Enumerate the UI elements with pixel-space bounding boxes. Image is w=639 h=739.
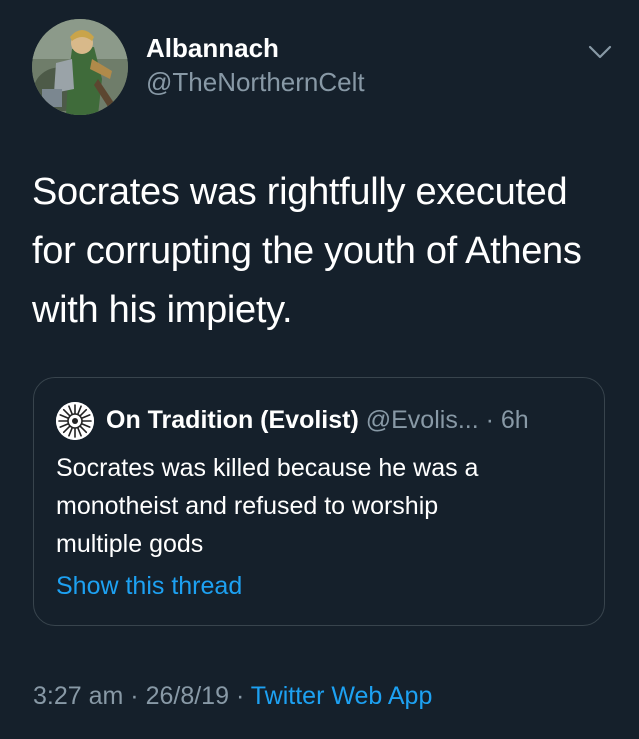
quoted-text-line: Socrates was killed because he was a — [56, 454, 479, 482]
tweet: Albannach @TheNorthernCelt Socrates was … — [0, 0, 639, 739]
quoted-tweet-time[interactable]: 6h — [501, 406, 529, 434]
author-avatar[interactable] — [32, 19, 128, 115]
tweet-time[interactable]: 3:27 am — [33, 682, 123, 710]
quoted-tweet-text: Socrates was killed because he was a mon… — [56, 449, 586, 563]
separator-dot: · — [485, 406, 494, 434]
quoted-text-line: multiple gods — [56, 530, 204, 558]
tweet-metadata: 3:27 am · 26/8/19 · Twitter Web App — [33, 680, 432, 712]
tweet-text-line: with his impiety. — [32, 289, 293, 331]
show-thread-link[interactable]: Show this thread — [56, 570, 242, 602]
author-handle[interactable]: @TheNorthernCelt — [146, 66, 365, 98]
separator-dot: · — [235, 682, 245, 710]
quoted-tweet-header: On Tradition (Evolist) @Evolis... · 6h — [106, 404, 529, 436]
tweet-text-line: Socrates was rightfully executed — [32, 171, 568, 213]
sun-emblem-icon — [56, 402, 94, 440]
warrior-portrait-icon — [32, 19, 128, 115]
quoted-author-name[interactable]: On Tradition (Evolist) — [106, 406, 359, 434]
tweet-text: Socrates was rightfully executed for cor… — [32, 163, 622, 340]
chevron-down-icon[interactable] — [586, 38, 614, 66]
quoted-text-line: monotheist and refused to worship — [56, 492, 439, 520]
quoted-tweet-card[interactable]: On Tradition (Evolist) @Evolis... · 6h S… — [33, 377, 605, 626]
author-display-name[interactable]: Albannach — [146, 32, 279, 64]
quoted-author-avatar[interactable] — [56, 402, 94, 440]
tweet-source-link[interactable]: Twitter Web App — [251, 682, 433, 710]
separator-dot: · — [130, 682, 139, 710]
tweet-text-line: for corrupting the youth of Athens — [32, 230, 582, 272]
quoted-author-handle[interactable]: @Evolis... — [366, 406, 479, 434]
tweet-date[interactable]: 26/8/19 — [146, 682, 229, 710]
